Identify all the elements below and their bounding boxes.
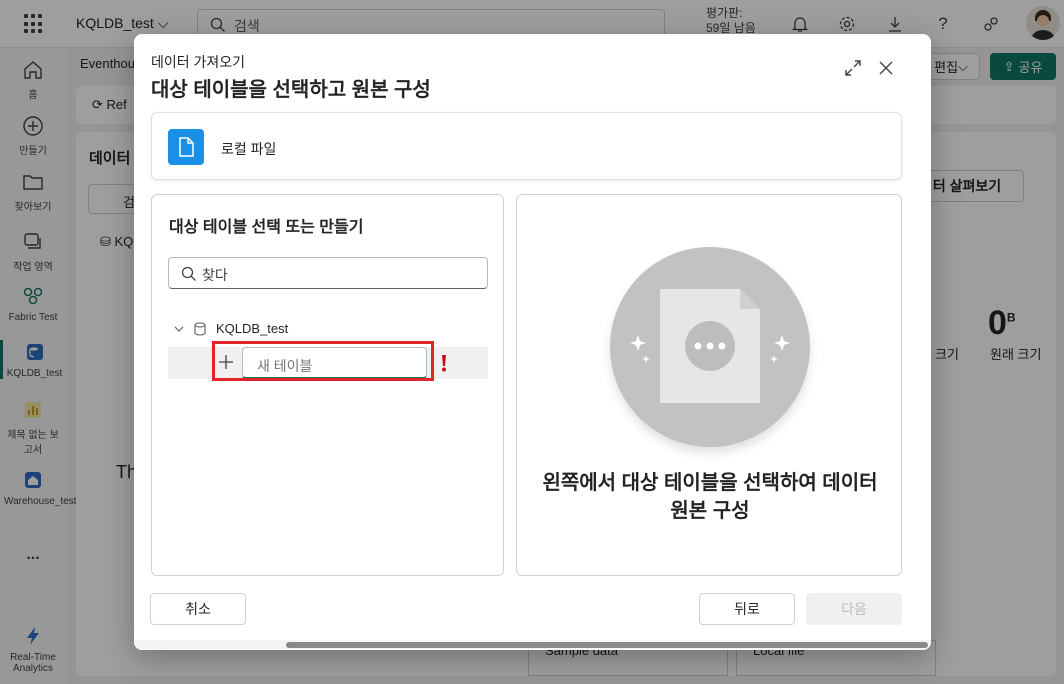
destination-table-panel: 대상 테이블 선택 또는 만들기 찾다 KQLDB_test <box>151 194 504 576</box>
cancel-button[interactable]: 취소 <box>150 593 246 625</box>
database-icon <box>194 321 206 336</box>
file-placeholder-icon <box>630 289 790 403</box>
table-search-input[interactable]: 찾다 <box>168 257 488 289</box>
tree-database-node[interactable]: KQLDB_test <box>174 321 288 336</box>
empty-state-message: 왼쪽에서 대상 테이블을 선택하여 데이터 원본 구성 <box>542 472 878 522</box>
source-label: 로컬 파일 <box>221 141 277 157</box>
back-button[interactable]: 뒤로 <box>699 593 795 625</box>
expand-icon[interactable] <box>843 58 863 78</box>
empty-state-illustration <box>610 247 810 447</box>
next-button[interactable]: 다음 <box>806 593 902 625</box>
dialog-title: 대상 테이블을 선택하고 원본 구성 <box>151 79 431 101</box>
source-preview-panel: 왼쪽에서 대상 테이블을 선택하여 데이터 원본 구성 <box>516 194 902 576</box>
source-card: 로컬 파일 <box>151 112 902 180</box>
error-icon <box>442 355 446 372</box>
search-icon <box>181 266 196 281</box>
file-icon <box>168 129 204 165</box>
chevron-down-icon[interactable] <box>174 324 184 334</box>
close-icon[interactable] <box>876 58 896 78</box>
dialog-subtitle: 데이터 가져오기 <box>151 54 246 70</box>
scrollbar-thumb[interactable] <box>286 642 928 648</box>
destination-panel-title: 대상 테이블 선택 또는 만들기 <box>169 219 364 236</box>
get-data-dialog: 데이터 가져오기 대상 테이블을 선택하고 원본 구성 로컬 파일 대상 테이블… <box>134 34 931 650</box>
highlight-box <box>212 341 434 381</box>
horizontal-scrollbar[interactable] <box>134 640 931 650</box>
